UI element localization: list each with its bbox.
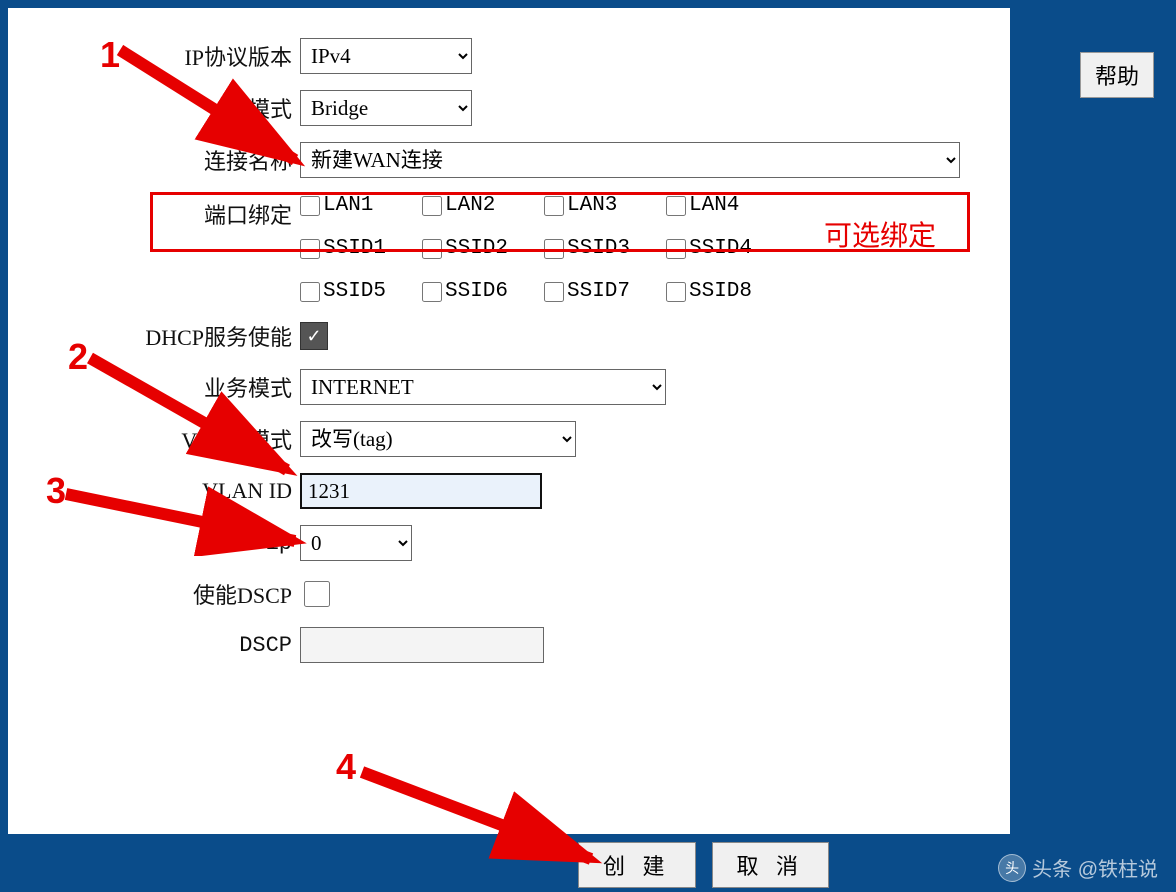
dscp-enable-checkbox[interactable]	[304, 581, 330, 607]
biz-mode-select[interactable]: INTERNET	[300, 369, 666, 405]
mode-select[interactable]: Bridge	[300, 90, 472, 126]
port-ssid8[interactable]: SSID8	[666, 280, 788, 303]
dscp-label: DSCP	[8, 633, 300, 658]
config-form-panel: IP协议版本 IPv4 模式 Bridge 连接名称 新建WAN连接 端口绑定 …	[8, 8, 1010, 834]
cancel-button[interactable]: 取 消	[712, 842, 830, 888]
port-ssid4[interactable]: SSID4	[666, 237, 788, 260]
dscp-input[interactable]	[300, 627, 544, 663]
8021p-label: 802.1p	[8, 531, 300, 556]
dhcp-checkbox[interactable]: ✓	[300, 322, 328, 350]
annotation-2: 2	[68, 336, 88, 378]
conn-name-select[interactable]: 新建WAN连接	[300, 142, 960, 178]
annotation-1: 1	[100, 34, 120, 76]
port-lan3[interactable]: LAN3	[544, 194, 666, 217]
port-ssid5[interactable]: SSID5	[300, 280, 422, 303]
annotation-4: 4	[336, 746, 356, 788]
annotation-hint: 可选绑定	[824, 214, 936, 254]
dhcp-label: DHCP服务使能	[8, 320, 300, 352]
ip-version-select[interactable]: IPv4	[300, 38, 472, 74]
port-lan4[interactable]: LAN4	[666, 194, 788, 217]
port-lan1[interactable]: LAN1	[300, 194, 422, 217]
watermark-icon: 头	[998, 854, 1026, 882]
port-ssid6[interactable]: SSID6	[422, 280, 544, 303]
port-lan2[interactable]: LAN2	[422, 194, 544, 217]
dscp-enable-label: 使能DSCP	[8, 578, 300, 610]
vlan-id-input[interactable]	[300, 473, 542, 509]
create-button[interactable]: 创 建	[578, 842, 696, 888]
mode-label: 模式	[8, 92, 300, 124]
biz-mode-label: 业务模式	[8, 371, 300, 403]
port-ssid3[interactable]: SSID3	[544, 237, 666, 260]
conn-name-label: 连接名称	[8, 144, 300, 176]
port-bind-grid: LAN1 LAN2 LAN3 LAN4 SSID1 SSID2 SSID3 SS…	[300, 194, 788, 303]
port-bind-label: 端口绑定	[8, 194, 300, 230]
8021p-select[interactable]: 0	[300, 525, 412, 561]
port-ssid2[interactable]: SSID2	[422, 237, 544, 260]
vlan-mode-select[interactable]: 改写(tag)	[300, 421, 576, 457]
annotation-3: 3	[46, 470, 66, 512]
port-ssid7[interactable]: SSID7	[544, 280, 666, 303]
port-ssid1[interactable]: SSID1	[300, 237, 422, 260]
help-button[interactable]: 帮助	[1080, 52, 1154, 98]
watermark: 头 头条 @铁柱说	[998, 853, 1158, 882]
ip-version-label: IP协议版本	[8, 40, 300, 72]
vlan-mode-label: VLAN 模式	[8, 423, 300, 455]
